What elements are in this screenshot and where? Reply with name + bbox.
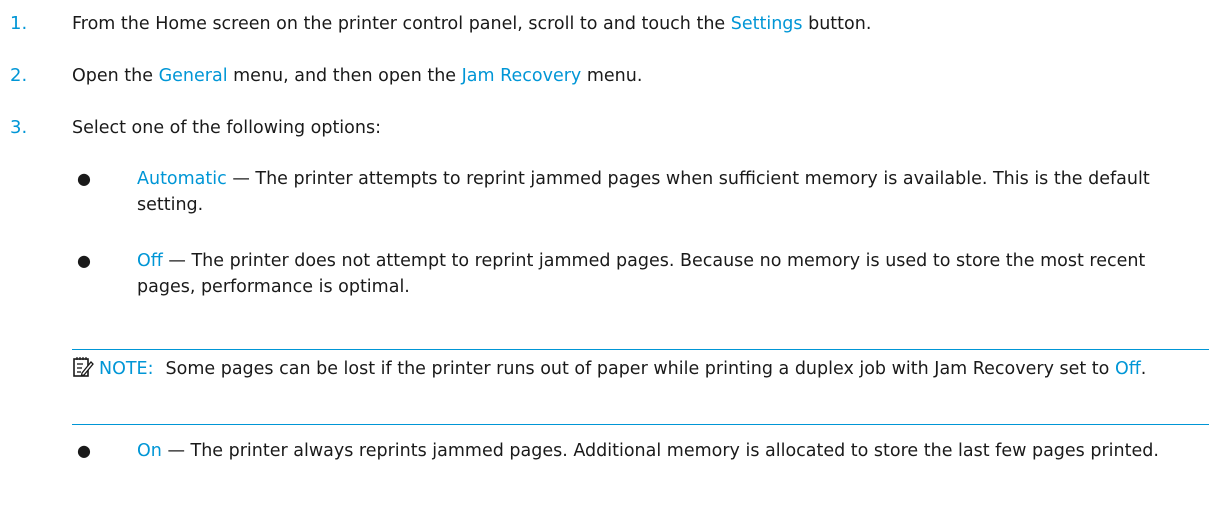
note-pencil-icon: [73, 357, 94, 377]
option-text: Off — The printer does not attempt to re…: [137, 248, 1207, 300]
note-box: NOTE: Some pages can be lost if the print…: [72, 349, 1209, 425]
note-term: Off: [1114, 359, 1141, 379]
bullet-dot-icon: ●: [77, 441, 91, 460]
step-text: From the Home screen on the printer cont…: [72, 11, 871, 37]
option-text: Automatic — The printer attempts to repr…: [137, 166, 1207, 218]
option-term: Off: [137, 251, 163, 271]
step-number: 1.: [10, 13, 28, 34]
note-label: NOTE:: [99, 359, 154, 379]
option-desc: — The printer always reprints jammed pag…: [161, 441, 1159, 461]
settings-link[interactable]: Settings: [731, 14, 803, 34]
step-text-part: Open the: [72, 66, 159, 86]
step-text-part: menu, and then open the: [227, 66, 462, 86]
note-end: .: [1140, 359, 1147, 379]
note-text: Some pages can be lost if the printer ru…: [165, 359, 1115, 379]
step-text-part: menu.: [581, 66, 643, 86]
step-text-part: From the Home screen on the printer cont…: [72, 14, 731, 34]
document-page: 1. From the Home screen on the printer c…: [0, 0, 1220, 508]
step-number: 3.: [10, 117, 28, 138]
option-desc: — The printer attempts to reprint jammed…: [137, 169, 1150, 215]
jam-recovery-menu-link[interactable]: Jam Recovery: [462, 66, 582, 86]
step-text-part: button.: [802, 14, 872, 34]
step-text: Open the General menu, and then open the…: [72, 63, 642, 89]
option-desc: — The printer does not attempt to reprin…: [137, 251, 1146, 297]
option-term: On: [137, 441, 162, 461]
bullet-dot-icon: ●: [77, 169, 91, 188]
option-text: On — The printer always reprints jammed …: [137, 438, 1207, 464]
option-term: Automatic: [137, 169, 227, 189]
note-content: NOTE: Some pages can be lost if the print…: [72, 356, 1209, 382]
step-number: 2.: [10, 65, 28, 86]
bullet-dot-icon: ●: [77, 251, 91, 270]
step-text: Select one of the following options:: [72, 118, 381, 138]
general-menu-link[interactable]: General: [159, 66, 228, 86]
